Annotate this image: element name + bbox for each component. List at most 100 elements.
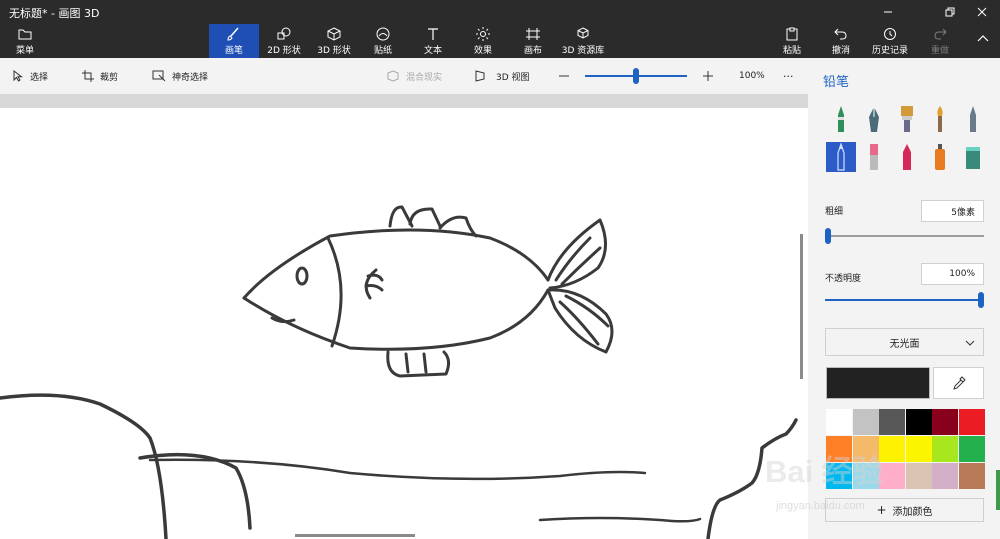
opacity-input[interactable]: 100% — [921, 263, 984, 285]
close-button[interactable] — [966, 0, 998, 24]
tab-3d-shapes[interactable]: 3D 形状 — [309, 24, 359, 58]
window-title: 无标题* - 画图 3D — [9, 7, 100, 20]
tool-marker[interactable] — [826, 104, 856, 134]
zoom-level[interactable]: 100% — [739, 58, 765, 94]
tool-eraser[interactable] — [859, 142, 889, 172]
toolbar: 选择 裁剪 神奇选择 混合现实 3D 视图 100% ··· — [0, 58, 808, 94]
color-swatch[interactable] — [905, 436, 932, 462]
thickness-label: 粗细 — [825, 207, 844, 217]
tab-brush[interactable]: 画笔 — [209, 24, 259, 58]
crop-button[interactable]: 裁剪 — [82, 58, 118, 94]
thickness-input[interactable]: 5像素 — [921, 200, 984, 222]
tool-pencil[interactable] — [826, 142, 856, 172]
history-label: 历史记录 — [871, 46, 908, 56]
tab-label: 2D 形状 — [267, 46, 301, 56]
tab-label: 效果 — [473, 46, 492, 56]
eraser-icon — [870, 144, 878, 170]
tool-oil-brush[interactable] — [892, 104, 922, 134]
color-swatch[interactable] — [852, 409, 879, 435]
opacity-thumb[interactable] — [978, 292, 984, 308]
minimize-button[interactable] — [872, 0, 904, 24]
thickness-thumb[interactable] — [825, 228, 832, 244]
view-3d-button[interactable]: 3D 视图 — [474, 58, 530, 94]
history-button[interactable]: 历史记录 — [866, 24, 914, 58]
eyedropper-button[interactable] — [933, 367, 984, 399]
oil-brush-icon — [901, 106, 913, 132]
close-icon — [977, 7, 987, 17]
watermark-logo: Bai 经验 — [765, 454, 884, 489]
tab-effects[interactable]: 效果 — [458, 24, 508, 58]
menu-button[interactable]: 菜单 — [8, 24, 42, 58]
restore-button[interactable] — [934, 0, 966, 24]
zoom-slider[interactable] — [585, 58, 687, 94]
tool-fill[interactable] — [958, 142, 988, 172]
2d-shapes-icon — [277, 27, 291, 40]
horizontal-scrollbar[interactable] — [295, 534, 415, 537]
thickness-track — [825, 235, 984, 237]
zoom-out-button[interactable] — [558, 58, 570, 94]
opacity-slider[interactable] — [825, 290, 984, 310]
plus-icon — [703, 71, 713, 81]
fill-icon — [966, 147, 980, 169]
color-swatch[interactable] — [932, 463, 958, 489]
color-swatch[interactable] — [826, 409, 852, 435]
paste-icon — [786, 27, 798, 41]
tool-pixel-pen[interactable] — [958, 104, 988, 134]
color-swatch[interactable] — [905, 409, 932, 435]
sticker-icon — [376, 27, 390, 41]
crop-label: 裁剪 — [100, 72, 119, 83]
tab-sticker[interactable]: 贴纸 — [359, 24, 407, 58]
thickness-slider[interactable] — [825, 226, 984, 246]
tool-calligraphy-pen[interactable] — [859, 104, 889, 134]
tab-2d-shapes[interactable]: 2D 形状 — [259, 24, 309, 58]
vertical-scrollbar[interactable] — [800, 234, 803, 379]
color-swatch[interactable] — [932, 436, 958, 462]
color-swatch[interactable] — [905, 463, 932, 489]
collapse-ribbon-button[interactable] — [972, 24, 994, 58]
select-button[interactable]: 选择 — [12, 58, 48, 94]
text-icon — [428, 28, 438, 40]
3d-library-icon — [577, 27, 589, 39]
finish-dropdown[interactable]: 无光面 — [825, 328, 984, 356]
paste-button[interactable]: 粘贴 — [776, 24, 808, 58]
tool-watercolor[interactable] — [925, 104, 955, 134]
color-swatch[interactable] — [958, 463, 985, 489]
tool-spray-can[interactable] — [925, 142, 955, 172]
tab-text[interactable]: 文本 — [408, 24, 458, 58]
chevron-down-icon — [965, 340, 975, 346]
undo-button[interactable]: 撤消 — [825, 24, 857, 58]
zoom-in-button[interactable] — [702, 58, 714, 94]
magic-select-label: 神奇选择 — [172, 72, 209, 83]
redo-icon — [934, 28, 947, 40]
drawing-canvas[interactable] — [0, 108, 808, 539]
tool-crayon[interactable] — [892, 142, 922, 172]
tab-label: 画笔 — [224, 46, 243, 56]
history-icon — [884, 28, 896, 40]
selected-color-swatch[interactable] — [826, 367, 930, 399]
tab-label: 3D 资源库 — [561, 46, 605, 56]
select-label: 选择 — [30, 72, 49, 83]
color-swatch[interactable] — [932, 409, 958, 435]
magic-select-button[interactable]: 神奇选择 — [152, 58, 208, 94]
color-swatch[interactable] — [879, 409, 905, 435]
redo-button[interactable]: 重做 — [924, 24, 956, 58]
undo-icon — [834, 28, 847, 40]
color-swatch[interactable] — [958, 436, 985, 462]
watercolor-icon — [937, 106, 943, 132]
tab-3d-library[interactable]: 3D 资源库 — [558, 24, 608, 58]
view-3d-icon — [475, 70, 485, 82]
pixel-pen-icon — [970, 106, 976, 132]
mixed-reality-button[interactable]: 混合现实 — [386, 58, 442, 94]
color-swatch[interactable] — [958, 409, 985, 435]
undo-label: 撤消 — [831, 46, 850, 56]
brush-icon — [227, 27, 239, 41]
spray-can-icon — [935, 144, 945, 170]
tab-canvas[interactable]: 画布 — [508, 24, 558, 58]
more-button[interactable]: ··· — [783, 58, 794, 94]
zoom-thumb[interactable] — [633, 68, 639, 84]
opacity-fill — [825, 299, 984, 301]
crayon-icon — [903, 144, 911, 170]
chevron-up-icon — [977, 35, 989, 42]
tab-label: 画布 — [523, 46, 542, 56]
pencil-icon — [837, 143, 845, 171]
